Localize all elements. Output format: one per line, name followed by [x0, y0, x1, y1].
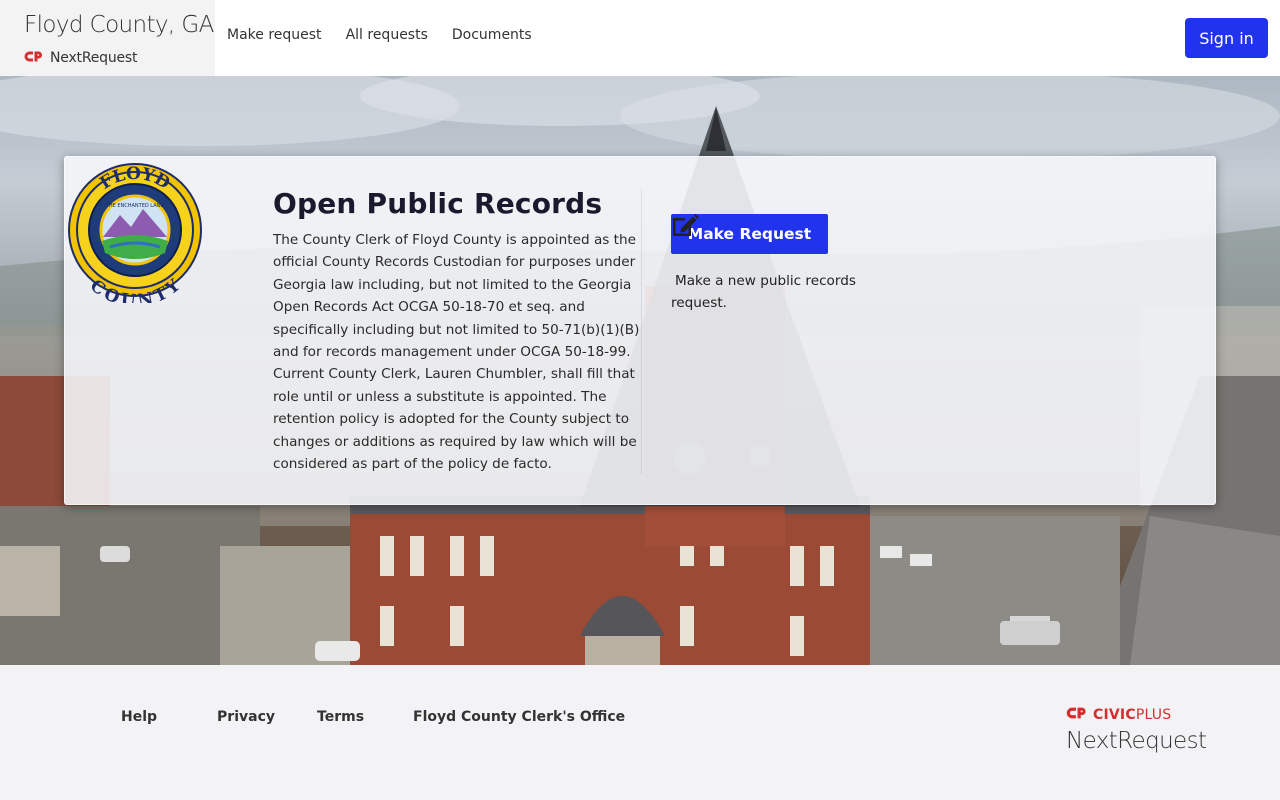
civic-word: CIVIC [1093, 706, 1136, 723]
card-left-column: Open Public Records The County Clerk of … [273, 187, 641, 475]
records-info-card: THE ENCHANTED LAND FLOYD COUNTY Open Pub… [64, 156, 1216, 505]
floyd-county-seal: THE ENCHANTED LAND FLOYD COUNTY [68, 163, 202, 303]
civicplus-wordmark: CIVICPLUS [1093, 707, 1171, 723]
plus-word: PLUS [1135, 706, 1172, 723]
footer-link-privacy[interactable]: Privacy [217, 709, 275, 725]
footer-link-help[interactable]: Help [121, 709, 157, 725]
brand-block[interactable]: Floyd County, GA NextRequest [0, 0, 215, 76]
hero-background: THE ENCHANTED LAND FLOYD COUNTY Open Pub… [0, 76, 1280, 665]
nav-all-requests[interactable]: All requests [346, 27, 428, 43]
make-request-description: Make a new public records request. [671, 214, 911, 314]
footer-links: Help Privacy Terms Floyd County Clerk's … [121, 709, 625, 725]
org-name: Floyd County, GA [24, 12, 214, 38]
site-header: Floyd County, GA NextRequest Make reques… [0, 0, 1280, 76]
brand-label: NextRequest [50, 49, 138, 66]
card-right-column: Make Request Make a new public records r… [671, 214, 911, 314]
nav-documents[interactable]: Documents [452, 27, 532, 43]
make-request-desc-text: Make a new public records request. [671, 273, 856, 311]
records-description: The County Clerk of Floyd County is appo… [273, 232, 640, 473]
nav-make-request[interactable]: Make request [227, 27, 322, 43]
civicplus-logo-icon [1066, 705, 1088, 724]
footer-link-clerk-office[interactable]: Floyd County Clerk's Office [413, 709, 625, 725]
site-footer: Help Privacy Terms Floyd County Clerk's … [0, 665, 1280, 800]
civicplus-brand: CIVICPLUS [1066, 705, 1206, 724]
seal-inner-text: THE ENCHANTED LAND [105, 203, 165, 209]
main-nav: Make request All requests Documents [227, 0, 556, 70]
card-divider [641, 189, 642, 474]
footer-link-terms[interactable]: Terms [317, 709, 364, 725]
page-title: Open Public Records [273, 187, 603, 220]
sign-in-button[interactable]: Sign in [1185, 18, 1268, 58]
nextrequest-brand: NextRequest [24, 48, 215, 67]
civicplus-logo-icon [24, 48, 44, 67]
civicplus-nextrequest-logo[interactable]: CIVICPLUS NextRequest [1066, 705, 1207, 755]
footer-product-name: NextRequest [1066, 728, 1207, 754]
